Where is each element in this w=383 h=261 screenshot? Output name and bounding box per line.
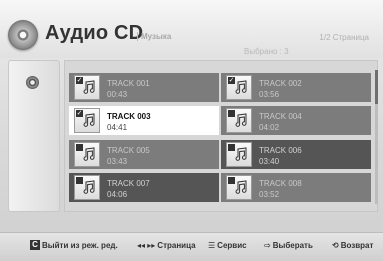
track-item[interactable]: TRACK 005 03:43 (69, 140, 219, 169)
tools-button[interactable]: ☰ Сервис (208, 239, 247, 251)
track-title: TRACK 007 (107, 179, 150, 188)
page-title: Аудио CD (45, 22, 144, 44)
select-label: Выберать (272, 240, 313, 250)
scrollbar-thumb[interactable] (375, 70, 378, 104)
track-thumbnail: ✓ (74, 75, 100, 100)
return-icon: ⟲ (332, 240, 339, 250)
track-duration: 03:56 (259, 90, 280, 99)
tools-icon: ☰ (208, 240, 216, 250)
track-thumbnail (226, 108, 252, 133)
track-item[interactable]: ✓ TRACK 001 00:43 (69, 73, 219, 102)
header-bar: Аудио CD Музыка 1/2 Страница Выбрано : 3 (0, 0, 383, 58)
c-key-icon: C (30, 240, 40, 250)
track-duration: 04:02 (259, 123, 280, 132)
category-label: Музыка (137, 32, 171, 41)
tools-label: Сервис (217, 240, 247, 250)
track-thumbnail (74, 175, 100, 200)
select-icon: ⇨ (264, 240, 271, 250)
audio-cd-screen: Аудио CD Музыка 1/2 Страница Выбрано : 3… (0, 0, 383, 261)
track-thumbnail (226, 175, 252, 200)
selected-count: Выбрано : 3 (244, 47, 289, 56)
page-button[interactable]: ◂◂ ▸▸ Страница (137, 239, 196, 251)
track-title: TRACK 001 (107, 79, 150, 88)
exit-edit-mode-button[interactable]: C Выйти из реж. ред. (30, 239, 118, 251)
scrollbar[interactable] (375, 70, 378, 204)
track-title: TRACK 004 (259, 112, 302, 121)
track-duration: 04:41 (107, 123, 128, 132)
music-note-icon (82, 80, 96, 94)
track-duration: 00:43 (107, 90, 128, 99)
track-duration: 03:40 (259, 157, 280, 166)
track-thumbnail (226, 142, 252, 167)
select-button[interactable]: ⇨ Выберать (264, 239, 313, 251)
exit-edit-mode-label: Выйти из реж. ред. (42, 240, 118, 250)
track-title: TRACK 008 (259, 179, 302, 188)
track-item[interactable]: ✓ TRACK 002 03:56 (221, 73, 371, 102)
music-note-icon (82, 180, 96, 194)
track-item[interactable]: TRACK 006 03:40 (221, 140, 371, 169)
disc-icon (26, 76, 39, 89)
return-label: Возврат (340, 240, 374, 250)
track-duration: 03:52 (259, 190, 280, 199)
music-note-icon (234, 80, 248, 94)
track-title: TRACK 005 (107, 146, 150, 155)
track-item-focused[interactable]: ✓ TRACK 003 04:41 (69, 106, 219, 135)
music-note-icon (82, 113, 96, 127)
track-duration: 03:43 (107, 157, 128, 166)
track-thumbnail: ✓ (226, 75, 252, 100)
track-duration: 04:06 (107, 190, 128, 199)
music-note-icon (234, 147, 248, 161)
track-thumbnail: ✓ (74, 108, 100, 133)
skip-arrows-icon: ◂◂ ▸▸ (137, 240, 156, 250)
track-thumbnail (74, 142, 100, 167)
track-item[interactable]: TRACK 008 03:52 (221, 173, 371, 202)
page-indicator: 1/2 Страница (319, 33, 369, 42)
return-button[interactable]: ⟲ Возврат (332, 239, 373, 251)
music-note-icon (234, 180, 248, 194)
track-item[interactable]: TRACK 004 04:02 (221, 106, 371, 135)
track-title: TRACK 003 (107, 112, 151, 121)
track-title: TRACK 002 (259, 79, 302, 88)
track-title: TRACK 006 (259, 146, 302, 155)
music-note-icon (82, 147, 96, 161)
music-note-icon (234, 113, 248, 127)
page-label: Страница (157, 240, 196, 250)
disc-icon (8, 20, 38, 50)
track-item[interactable]: TRACK 007 04:06 (69, 173, 219, 202)
